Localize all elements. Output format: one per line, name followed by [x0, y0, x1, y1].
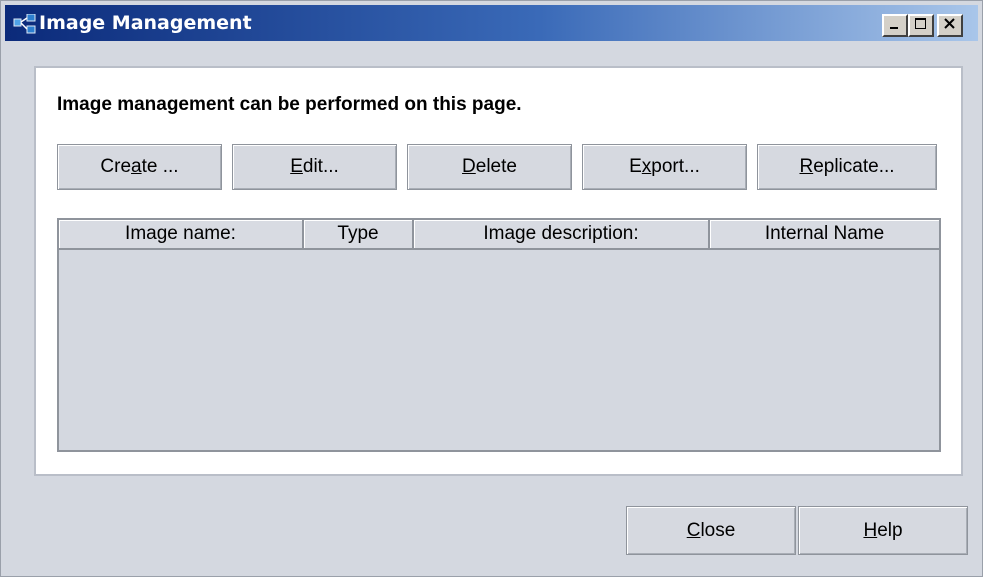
window-title: Image Management	[39, 12, 252, 34]
page-description: Image management can be performed on thi…	[57, 94, 522, 115]
image-table[interactable]: Image name: Type Image description: Inte…	[57, 218, 941, 452]
help-label-b: elp	[877, 519, 903, 541]
column-header-image-name[interactable]: Image name:	[59, 220, 304, 250]
export-label-b: port...	[651, 156, 700, 177]
maximize-button[interactable]	[908, 14, 934, 37]
delete-button[interactable]: Delete	[407, 144, 572, 190]
image-management-window: Image Management Image management can be…	[0, 0, 983, 577]
close-label-b: lose	[700, 519, 736, 541]
help-button[interactable]: Help	[798, 506, 968, 555]
minimize-button[interactable]	[882, 14, 908, 37]
close-button[interactable]: Close	[626, 506, 796, 555]
export-mnemonic: x	[641, 156, 652, 177]
title-bar[interactable]: Image Management	[5, 5, 978, 41]
replicate-button[interactable]: Replicate...	[757, 144, 937, 190]
replicate-label-b: eplicate...	[813, 156, 895, 177]
export-label-a: E	[629, 156, 642, 177]
app-network-icon	[13, 13, 37, 34]
maximize-icon	[914, 17, 928, 34]
content-panel: Image management can be performed on thi…	[34, 66, 963, 476]
create-label-b: te ...	[141, 156, 179, 177]
edit-button[interactable]: Edit...	[232, 144, 397, 190]
create-label-a: Cre	[100, 156, 132, 177]
column-header-internal-name[interactable]: Internal Name	[710, 220, 939, 250]
minimize-icon	[888, 17, 902, 34]
delete-label-b: elete	[475, 156, 517, 177]
edit-label-b: dit...	[302, 156, 339, 177]
close-window-button[interactable]	[937, 14, 963, 37]
help-mnemonic: H	[863, 519, 878, 541]
export-button[interactable]: Ex port...	[582, 144, 747, 190]
column-header-type[interactable]: Type	[304, 220, 414, 250]
replicate-mnemonic: R	[799, 156, 814, 177]
edit-mnemonic: E	[290, 156, 303, 177]
delete-mnemonic: D	[462, 156, 476, 177]
column-header-image-description[interactable]: Image description:	[414, 220, 710, 250]
create-mnemonic: a	[131, 156, 142, 177]
close-mnemonic: C	[686, 519, 701, 541]
close-icon	[943, 17, 957, 34]
create-button[interactable]: Cre a te ...	[57, 144, 222, 190]
